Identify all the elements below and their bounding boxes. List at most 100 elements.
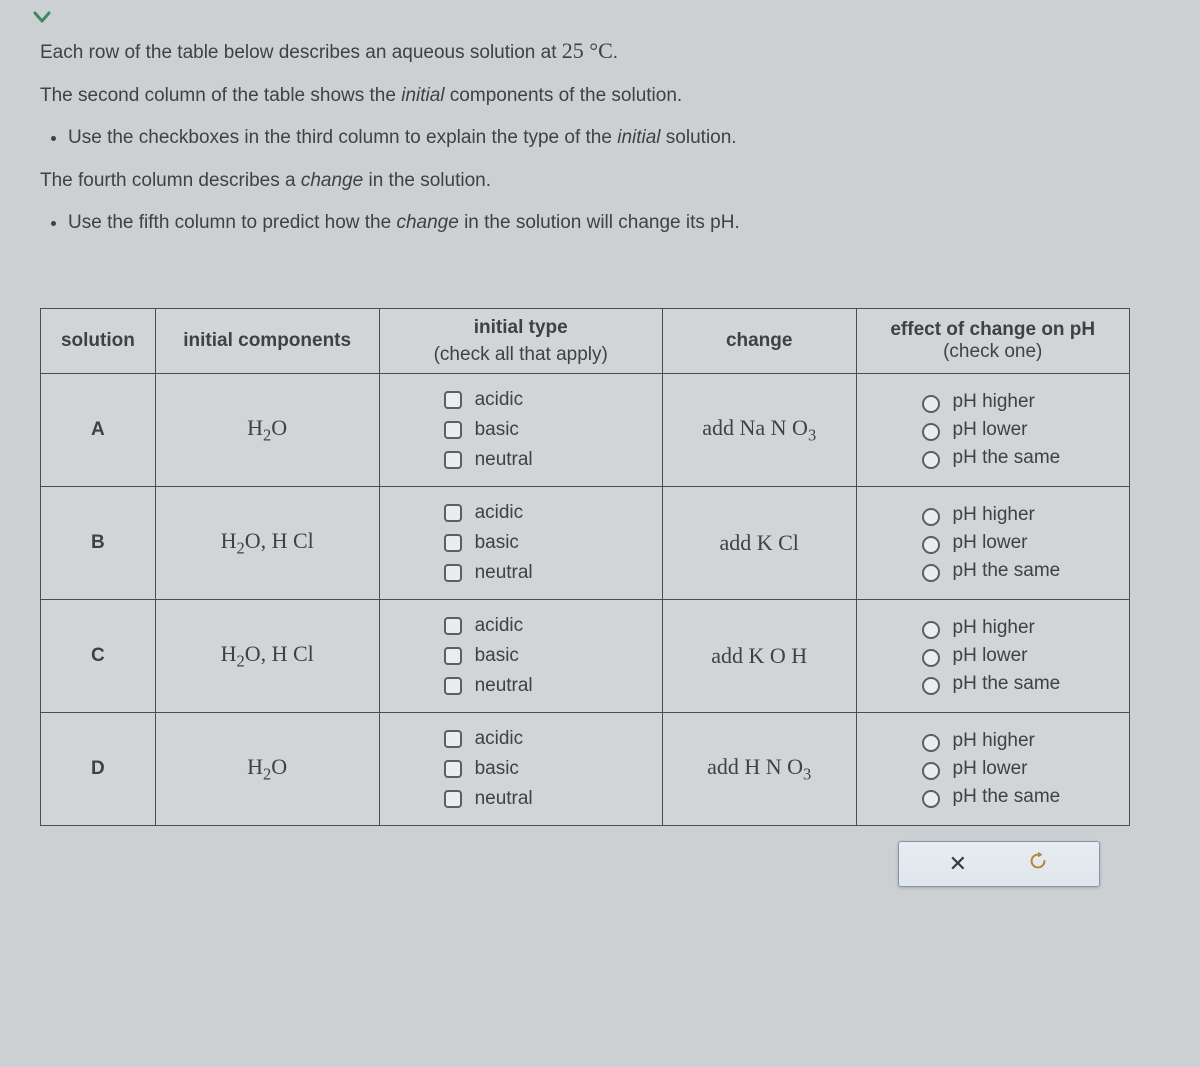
reset-icon[interactable]	[1027, 850, 1049, 878]
initial-type-cell: acidic basic neutral	[379, 487, 662, 600]
label-neutral: neutral	[475, 449, 533, 471]
label-ph-same: pH the same	[953, 560, 1061, 582]
checkbox-acidic[interactable]	[444, 504, 462, 522]
checkbox-acidic[interactable]	[444, 730, 462, 748]
checkbox-basic[interactable]	[444, 760, 462, 778]
initial-components: H2O	[155, 713, 379, 826]
checkbox-acidic[interactable]	[444, 617, 462, 635]
label-basic: basic	[475, 532, 519, 554]
effect-cell: pH higher pH lower pH the same	[856, 713, 1130, 826]
text: Use the fifth column to predict how the	[68, 212, 396, 233]
text: in the solution will change its pH.	[459, 212, 740, 233]
temperature: 25 °C	[562, 38, 613, 63]
label-ph-higher: pH higher	[953, 617, 1035, 639]
checkbox-neutral[interactable]	[444, 451, 462, 469]
radio-ph-same[interactable]	[922, 451, 940, 469]
radio-ph-higher[interactable]	[922, 734, 940, 752]
label-ph-lower: pH lower	[953, 532, 1028, 554]
solution-id: C	[41, 600, 156, 713]
text: .	[613, 42, 618, 63]
label-ph-same: pH the same	[953, 673, 1061, 695]
intro-line-1: Each row of the table below describes an…	[40, 34, 1160, 68]
text: The second column of the table shows the	[40, 85, 401, 106]
header-effect: effect of change on pH (check one)	[856, 308, 1130, 374]
chevron-down-icon	[30, 5, 54, 29]
intro-line-2: The second column of the table shows the…	[40, 82, 1160, 111]
change-cell: add H N O3	[662, 713, 856, 826]
action-button-bar: ✕	[898, 841, 1100, 887]
change-cell: add K Cl	[662, 487, 856, 600]
change-cell: add Na N O3	[662, 374, 856, 487]
checkbox-acidic[interactable]	[444, 391, 462, 409]
label-ph-same: pH the same	[953, 447, 1061, 469]
change-cell: add K O H	[662, 600, 856, 713]
intro-bullet-1: Use the checkboxes in the third column t…	[68, 124, 1160, 153]
radio-ph-same[interactable]	[922, 677, 940, 695]
checkbox-neutral[interactable]	[444, 790, 462, 808]
instructions-block: Each row of the table below describes an…	[40, 34, 1160, 238]
solution-id: A	[41, 374, 156, 487]
checkbox-basic[interactable]	[444, 647, 462, 665]
header-change: change	[662, 308, 856, 374]
label-acidic: acidic	[475, 615, 524, 637]
solution-id: B	[41, 487, 156, 600]
radio-ph-lower[interactable]	[922, 762, 940, 780]
text: solution.	[661, 127, 737, 148]
text-italic: change	[396, 212, 458, 233]
intro-bullet-2: Use the fifth column to predict how the …	[68, 209, 1160, 238]
label-ph-higher: pH higher	[953, 730, 1035, 752]
label-basic: basic	[475, 645, 519, 667]
text: initial type	[474, 317, 568, 338]
text: (check one)	[943, 341, 1042, 362]
initial-components: H2O	[155, 374, 379, 487]
initial-type-cell: acidic basic neutral	[379, 374, 662, 487]
label-ph-lower: pH lower	[953, 645, 1028, 667]
effect-cell: pH higher pH lower pH the same	[856, 600, 1130, 713]
table-row: D H2O acidic basic neutral add H N O3 pH…	[41, 713, 1130, 826]
table-row: B H2O, H Cl acidic basic neutral add K C…	[41, 487, 1130, 600]
label-acidic: acidic	[475, 389, 524, 411]
checkbox-basic[interactable]	[444, 534, 462, 552]
solution-id: D	[41, 713, 156, 826]
radio-ph-lower[interactable]	[922, 423, 940, 441]
initial-type-cell: acidic basic neutral	[379, 600, 662, 713]
label-acidic: acidic	[475, 728, 524, 750]
solutions-table: solution initial components initial type…	[40, 308, 1130, 827]
radio-ph-same[interactable]	[922, 564, 940, 582]
checkbox-neutral[interactable]	[444, 677, 462, 695]
label-ph-higher: pH higher	[953, 504, 1035, 526]
label-ph-higher: pH higher	[953, 391, 1035, 413]
radio-ph-higher[interactable]	[922, 395, 940, 413]
checkbox-neutral[interactable]	[444, 564, 462, 582]
label-ph-lower: pH lower	[953, 758, 1028, 780]
header-initial-type: initial type (check all that apply)	[379, 308, 662, 374]
text-italic: change	[301, 170, 363, 191]
text-italic: initial	[617, 127, 660, 148]
radio-ph-same[interactable]	[922, 790, 940, 808]
initial-components: H2O, H Cl	[155, 600, 379, 713]
intro-line-3: The fourth column describes a change in …	[40, 167, 1160, 196]
label-basic: basic	[475, 758, 519, 780]
label-basic: basic	[475, 419, 519, 441]
label-ph-same: pH the same	[953, 786, 1061, 808]
label-neutral: neutral	[475, 562, 533, 584]
close-icon[interactable]: ✕	[949, 851, 967, 877]
radio-ph-lower[interactable]	[922, 649, 940, 667]
text: Each row of the table below describes an…	[40, 42, 562, 63]
text-italic: initial	[401, 85, 444, 106]
text: effect of change on pH	[890, 319, 1095, 340]
text: The fourth column describes a	[40, 170, 301, 191]
radio-ph-lower[interactable]	[922, 536, 940, 554]
effect-cell: pH higher pH lower pH the same	[856, 487, 1130, 600]
header-solution: solution	[41, 308, 156, 374]
label-acidic: acidic	[475, 502, 524, 524]
text: components of the solution.	[445, 85, 683, 106]
text: Use the checkboxes in the third column t…	[68, 127, 617, 148]
checkbox-basic[interactable]	[444, 421, 462, 439]
initial-type-cell: acidic basic neutral	[379, 713, 662, 826]
radio-ph-higher[interactable]	[922, 621, 940, 639]
radio-ph-higher[interactable]	[922, 508, 940, 526]
table-row: A H2O acidic basic neutral add Na N O3 p…	[41, 374, 1130, 487]
header-components: initial components	[155, 308, 379, 374]
table-row: C H2O, H Cl acidic basic neutral add K O…	[41, 600, 1130, 713]
